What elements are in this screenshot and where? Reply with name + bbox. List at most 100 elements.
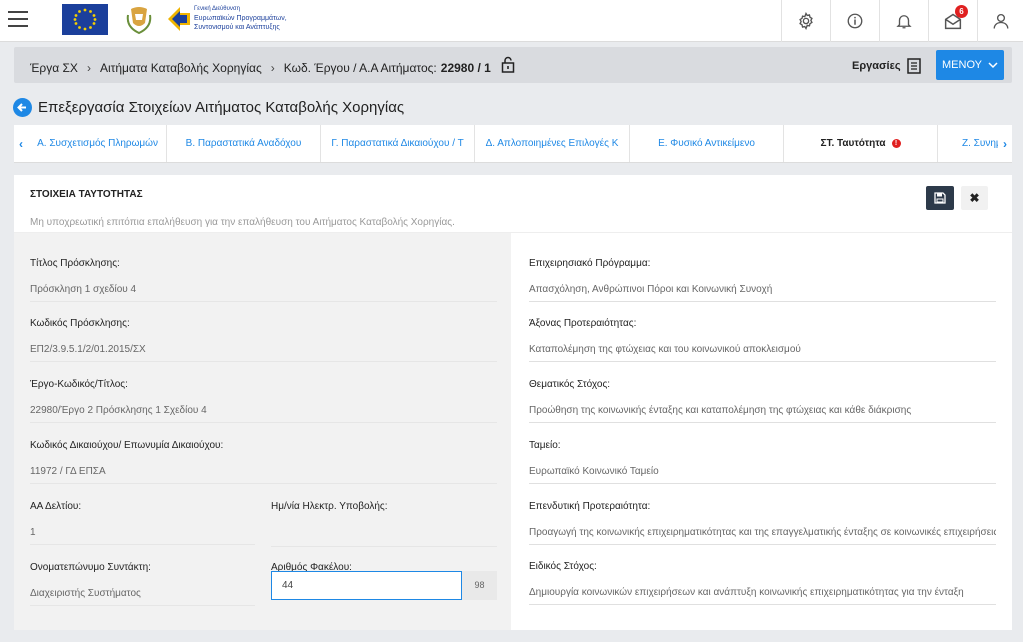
field-label: Κωδικός Πρόσκλησης:: [30, 318, 130, 329]
character-counter: 98: [462, 571, 497, 600]
tab-label: Α. Συσχετισμός Πληρωμών: [37, 138, 158, 149]
save-button[interactable]: [926, 186, 954, 210]
investment-priority-field: Επενδυτική Προτεραιότητα: Προαγωγή της κ…: [529, 501, 996, 545]
beneficiary-field: Κωδικός Δικαιούχου/ Επωνυμία Δικαιούχου:…: [30, 440, 497, 484]
call-title-field: Τίτλος Πρόσκλησης: Πρόσκληση 1 σχεδίου 4: [30, 258, 497, 302]
folder-number-input-group: 44 98: [271, 571, 497, 600]
chevron-right-icon: ›: [270, 61, 275, 75]
field-label: Άξονας Προτεραιότητας:: [529, 318, 637, 329]
gear-icon: [799, 12, 813, 30]
info-icon: [847, 13, 863, 29]
user-icon: [993, 13, 1008, 29]
tasks-label: Εργασίες: [852, 60, 901, 72]
field-value[interactable]: Ευρωπαϊκό Κοινωνικό Ταμείο: [529, 466, 996, 484]
field-value[interactable]: Δημιουργία κοινωνικών επιχειρήσεων και α…: [529, 587, 996, 605]
top-bar: Γενική Διεύθυνση Ευρωπαϊκών Προγραμμάτων…: [0, 0, 1023, 42]
field-value[interactable]: Καταπολέμηση της φτώχειας και του κοινων…: [529, 344, 996, 362]
user-profile-button[interactable]: [977, 0, 1023, 42]
field-label: Επενδυτική Προτεραιότητα:: [529, 501, 651, 512]
report-number-field: ΑΑ Δελτίου: 1: [30, 501, 255, 545]
breadcrumb-item-projects[interactable]: Έργα ΣΧ: [30, 61, 78, 75]
logo-text-line: Γενική Διεύθυνση: [194, 6, 240, 12]
operational-programme-field: Επιχειρησιακό Πρόγραμμα: Απασχόληση, Ανθ…: [529, 258, 996, 302]
field-value[interactable]: Πρόσκληση 1 σχεδίου 4: [30, 284, 497, 302]
lock-icon[interactable]: [501, 56, 515, 76]
settings-button[interactable]: [781, 0, 830, 42]
project-code-title-field: Έργο-Κωδικός/Τίτλος: 22980/Έργο 2 Πρόσκλ…: [30, 379, 497, 423]
field-value[interactable]: Προώθηση της κοινωνικής ένταξης και κατα…: [529, 405, 996, 423]
tab-label: ΣΤ. Ταυτότητα: [820, 138, 886, 149]
tab-label: Β. Παραστατικά Αναδόχου: [185, 138, 302, 149]
tab-bar: ‹ Α. Συσχετισμός Πληρωμών Β. Παραστατικά…: [14, 125, 1012, 163]
identity-panel: ΣΤΟΙΧΕΙΑ ΤΑΥΤΟΤΗΤΑΣ Μη υποχρεωτική επιτό…: [14, 175, 1012, 630]
tab-label: Δ. Απλοποιημένες Επιλογές Κ: [485, 138, 619, 149]
specific-objective-field: Ειδικός Στόχος: Δημιουργία κοινωνικών επ…: [529, 561, 996, 605]
tabs-scroll-left-icon[interactable]: ‹: [14, 125, 28, 162]
submission-date-field: Ημ/νία Ηλεκτρ. Υποβολής:: [271, 501, 497, 547]
panel-subtitle: Μη υποχρεωτική επιτόπια επαλήθευση για τ…: [30, 217, 455, 228]
tab-physical-object[interactable]: Ε. Φυσικό Αντικείμενο: [630, 125, 784, 162]
breadcrumb-bar: Έργα ΣΧ › Αιτήματα Καταβολής Χορηγίας › …: [14, 47, 1012, 83]
field-value[interactable]: Προαγωγή της κοινωνικής επιχειρηματικότη…: [529, 527, 996, 545]
panel-header: ΣΤΟΙΧΕΙΑ ΤΑΥΤΟΤΗΤΑΣ Μη υποχρεωτική επιτό…: [14, 175, 1012, 233]
gdepsa-logo-text: Γενική Διεύθυνση Ευρωπαϊκών Προγραμμάτων…: [194, 5, 304, 32]
error-icon: !: [891, 138, 901, 148]
bell-icon: [896, 15, 912, 29]
field-value[interactable]: 11972 / ΓΔ ΕΠΣΑ: [30, 466, 497, 484]
save-icon: [934, 192, 946, 204]
eu-flag-logo: [62, 4, 108, 35]
tabs-scroll-right-icon[interactable]: ›: [998, 125, 1012, 162]
back-arrow-icon[interactable]: [13, 98, 32, 117]
close-button[interactable]: ✖: [961, 186, 988, 210]
left-column: Τίτλος Πρόσκλησης: Πρόσκληση 1 σχεδίου 4…: [14, 233, 511, 630]
field-label: Ονοματεπώνυμο Συντάκτη:: [30, 562, 151, 573]
breadcrumb-item-current-code: 22980 / 1: [440, 61, 491, 75]
chevron-down-icon: [988, 62, 998, 69]
tab-payments-correlation[interactable]: Α. Συσχετισμός Πληρωμών: [28, 125, 167, 162]
field-label: Επιχειρησιακό Πρόγραμμα:: [529, 258, 651, 269]
priority-axis-field: Άξονας Προτεραιότητας: Καταπολέμηση της …: [529, 318, 996, 362]
menu-button-label: ΜΕΝΟΥ: [942, 59, 982, 71]
chevron-right-icon: ›: [86, 61, 91, 75]
breadcrumb-item-requests[interactable]: Αιτήματα Καταβολής Χορηγίας: [100, 61, 262, 75]
breadcrumb: Έργα ΣΧ › Αιτήματα Καταβολής Χορηγίας › …: [30, 56, 515, 78]
breadcrumb-item-current-label: Κωδ. Έργου / Α.Α Αιτήματος:: [283, 61, 437, 75]
field-value[interactable]: [271, 527, 497, 547]
info-button[interactable]: [830, 0, 879, 42]
logo-text-line: Συντονισμού και Ανάπτυξης: [194, 24, 280, 31]
field-label: Ειδικός Στόχος:: [529, 561, 597, 572]
field-value[interactable]: 1: [30, 527, 255, 545]
hamburger-menu-icon[interactable]: [8, 11, 28, 29]
field-label: ΑΑ Δελτίου:: [30, 501, 82, 512]
author-name-field: Ονοματεπώνυμο Συντάκτη: Διαχειριστής Συσ…: [30, 562, 255, 606]
field-value[interactable]: ΕΠ2/3.9.5.1/2/01.2015/ΣΧ: [30, 344, 497, 362]
logo-text-line: Ευρωπαϊκών Προγραμμάτων,: [194, 15, 287, 22]
field-label: Ταμείο:: [529, 440, 561, 451]
tab-label: Ε. Φυσικό Αντικείμενο: [658, 138, 755, 149]
close-icon: ✖: [969, 191, 980, 205]
page-title: Επεξεργασία Στοιχείων Αιτήματος Καταβολή…: [38, 99, 405, 116]
call-code-field: Κωδικός Πρόσκλησης: ΕΠ2/3.9.5.1/2/01.201…: [30, 318, 497, 362]
tasks-button[interactable]: Εργασίες: [852, 58, 921, 74]
thematic-objective-field: Θεματικός Στόχος: Προώθηση της κοινωνική…: [529, 379, 996, 423]
field-value[interactable]: Διαχειριστής Συστήματος: [30, 588, 255, 606]
field-label: Ημ/νία Ηλεκτρ. Υποβολής:: [271, 501, 388, 512]
tab-beneficiary-documents[interactable]: Γ. Παραστατικά Δικαιούχου / Τ: [321, 125, 475, 162]
field-value[interactable]: 22980/Έργο 2 Πρόσκλησης 1 Σχεδίου 4: [30, 405, 497, 423]
tab-contractor-documents[interactable]: Β. Παραστατικά Αναδόχου: [167, 125, 321, 162]
menu-button[interactable]: ΜΕΝΟΥ: [936, 50, 1004, 80]
cyprus-emblem-logo: [122, 5, 156, 35]
tab-simplified-options[interactable]: Δ. Απλοποιημένες Επιλογές Κ: [475, 125, 630, 162]
field-label: Θεματικός Στόχος:: [529, 379, 611, 390]
folder-number-input[interactable]: 44: [271, 571, 462, 600]
field-value[interactable]: Απασχόληση, Ανθρώπινοι Πόροι και Κοινωνι…: [529, 284, 996, 302]
field-label: Έργο-Κωδικός/Τίτλος:: [30, 379, 128, 390]
field-label: Κωδικός Δικαιούχου/ Επωνυμία Δικαιούχου:: [30, 440, 224, 451]
gdepsa-logo-mark: [166, 4, 192, 34]
notification-count-badge: 6: [955, 5, 968, 18]
tab-identity[interactable]: ΣΤ. Ταυτότητα!: [784, 125, 938, 162]
notifications-button[interactable]: [879, 0, 928, 42]
panel-title: ΣΤΟΙΧΕΙΑ ΤΑΥΤΟΤΗΤΑΣ: [30, 189, 143, 200]
fund-field: Ταμείο: Ευρωπαϊκό Κοινωνικό Ταμείο: [529, 440, 996, 484]
messages-button[interactable]: 6: [928, 0, 977, 42]
